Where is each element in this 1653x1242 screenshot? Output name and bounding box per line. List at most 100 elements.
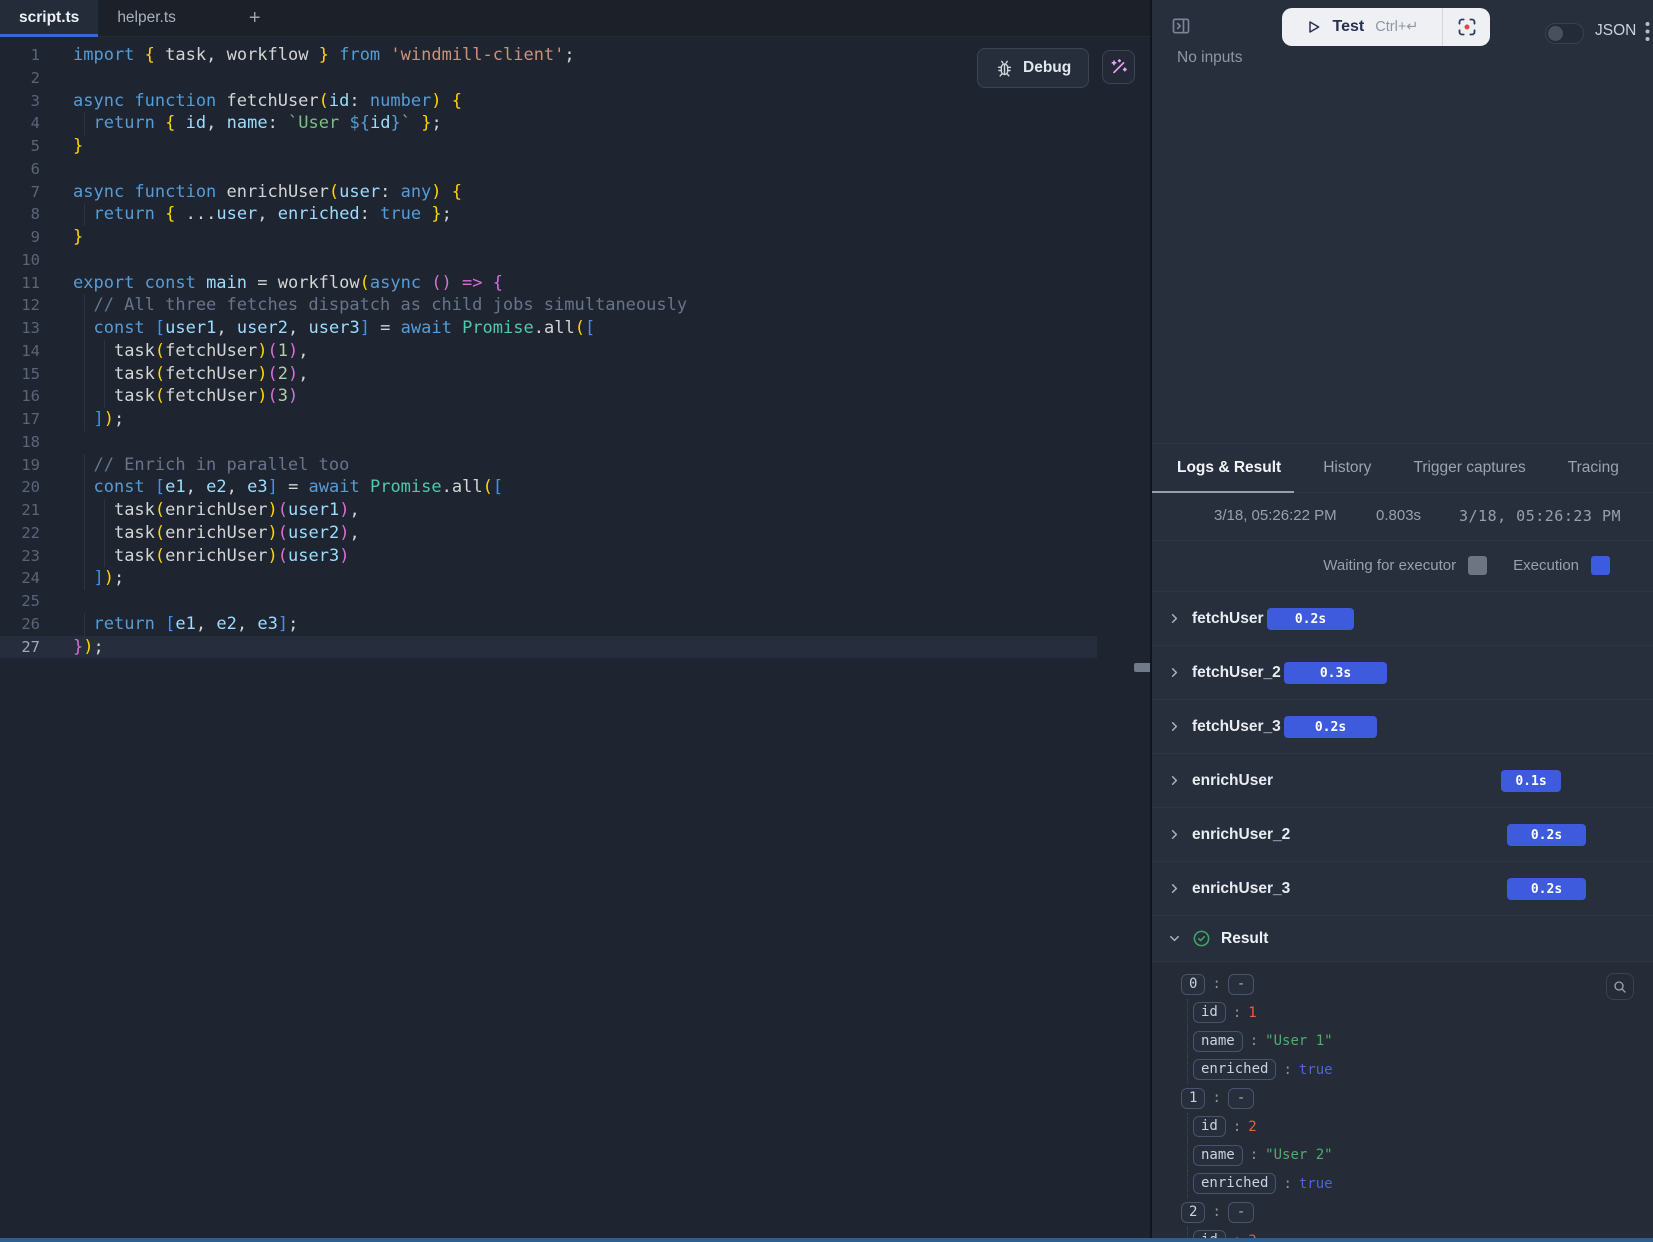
code-line[interactable]: 16 task(fetchUser)(3): [0, 385, 1097, 408]
json-row: 0:-: [1152, 970, 1653, 999]
execution-bar[interactable]: 0.3s: [1284, 662, 1387, 684]
json-key-pill[interactable]: name: [1193, 1031, 1243, 1052]
code-line[interactable]: 22 task(enrichUser)(user2),: [0, 522, 1097, 545]
line-number: 25: [0, 590, 40, 613]
chevron-right-icon[interactable]: [1167, 773, 1182, 788]
chevron-right-icon[interactable]: [1167, 881, 1182, 896]
code-line[interactable]: 2: [0, 67, 1097, 90]
code-line[interactable]: 1import { task, workflow } from 'windmil…: [0, 44, 1097, 67]
json-key-pill[interactable]: id: [1193, 1116, 1226, 1137]
code-line-content: return { ...user, enriched: true };: [73, 203, 452, 226]
line-number: 15: [0, 363, 40, 386]
json-collapse-pill[interactable]: -: [1228, 1202, 1254, 1223]
code-line-content: }: [73, 135, 83, 158]
test-shortcut-label: Ctrl+↵: [1375, 19, 1418, 35]
json-key-pill[interactable]: 2: [1181, 1202, 1205, 1223]
code-line[interactable]: 4 return { id, name: `User ${id}` };: [0, 112, 1097, 135]
code-line[interactable]: 20 const [e1, e2, e3] = await Promise.al…: [0, 476, 1097, 499]
execution-bar[interactable]: 0.2s: [1507, 878, 1586, 900]
run-end-time: 3/18, 05:26:23 PM: [1459, 507, 1621, 525]
code-line[interactable]: 21 task(enrichUser)(user1),: [0, 499, 1097, 522]
code-line[interactable]: 23 task(enrichUser)(user3): [0, 545, 1097, 568]
code-line[interactable]: 27});: [0, 636, 1097, 659]
timeline-row-fetchUser_2[interactable]: fetchUser_20.3s: [1152, 646, 1653, 700]
run-start-time: 3/18, 05:26:22 PM: [1214, 507, 1337, 524]
code-line-content: const [e1, e2, e3] = await Promise.all([: [73, 476, 503, 499]
tab-tracing[interactable]: Tracing: [1568, 459, 1619, 477]
execution-bar[interactable]: 0.2s: [1284, 716, 1377, 738]
timeline-row-fetchUser[interactable]: fetchUser0.2s: [1152, 592, 1653, 646]
json-key-pill[interactable]: name: [1193, 1145, 1243, 1166]
code-line[interactable]: 14 task(fetchUser)(1),: [0, 340, 1097, 363]
tab-trigger-captures[interactable]: Trigger captures: [1413, 459, 1525, 477]
line-number: 12: [0, 294, 40, 317]
debug-button[interactable]: Debug: [977, 48, 1089, 88]
code-line[interactable]: 11export const main = workflow(async () …: [0, 272, 1097, 295]
indent-guide: [104, 363, 105, 386]
json-colon: :: [1212, 1090, 1220, 1106]
execution-bar[interactable]: 0.2s: [1267, 608, 1354, 630]
tab-logs-result[interactable]: Logs & Result: [1177, 459, 1281, 477]
indent-guide: [84, 454, 85, 477]
editor-tab-helper-ts[interactable]: helper.ts: [98, 0, 195, 36]
editor-tab-script-ts[interactable]: script.ts: [0, 0, 98, 36]
chevron-right-icon[interactable]: [1167, 719, 1182, 734]
indent-guide: [84, 340, 85, 363]
json-colon: :: [1283, 1176, 1291, 1192]
result-header-row[interactable]: Result: [1152, 916, 1653, 962]
code-line[interactable]: 12 // All three fetches dispatch as chil…: [0, 294, 1097, 317]
test-run-button[interactable]: Test Ctrl+↵: [1282, 8, 1490, 46]
code-line[interactable]: 15 task(fetchUser)(2),: [0, 363, 1097, 386]
code-line[interactable]: 6: [0, 158, 1097, 181]
chevron-right-icon[interactable]: [1167, 827, 1182, 842]
ai-assistant-button[interactable]: [1102, 50, 1135, 84]
timeline-row-enrichUser_3[interactable]: enrichUser_30.2s: [1152, 862, 1653, 916]
code-line[interactable]: 3async function fetchUser(id: number) {: [0, 90, 1097, 113]
code-line-content: task(fetchUser)(2),: [73, 363, 309, 386]
code-line[interactable]: 13 const [user1, user2, user3] = await P…: [0, 317, 1097, 340]
indent-guide: [104, 385, 105, 408]
code-line[interactable]: 9}: [0, 226, 1097, 249]
code-line[interactable]: 19 // Enrich in parallel too: [0, 454, 1097, 477]
json-value: true: [1299, 1062, 1333, 1078]
code-line[interactable]: 5}: [0, 135, 1097, 158]
code-line[interactable]: 17 ]);: [0, 408, 1097, 431]
json-value: 2: [1248, 1119, 1256, 1135]
code-line[interactable]: 8 return { ...user, enriched: true };: [0, 203, 1097, 226]
kebab-menu-icon[interactable]: [1645, 21, 1650, 42]
timeline-row-enrichUser[interactable]: enrichUser0.1s: [1152, 754, 1653, 808]
indent-guide: [84, 112, 85, 135]
line-number: 16: [0, 385, 40, 408]
code-line[interactable]: 7async function enrichUser(user: any) {: [0, 181, 1097, 204]
code-line[interactable]: 24 ]);: [0, 567, 1097, 590]
timeline-row-fetchUser_3[interactable]: fetchUser_30.2s: [1152, 700, 1653, 754]
timeline-row-enrichUser_2[interactable]: enrichUser_20.2s: [1152, 808, 1653, 862]
test-watch-button[interactable]: [1443, 8, 1490, 46]
json-collapse-pill[interactable]: -: [1228, 974, 1254, 995]
json-key-pill[interactable]: id: [1193, 1002, 1226, 1023]
json-key-pill[interactable]: 0: [1181, 974, 1205, 995]
json-row: 2:-: [1152, 1198, 1653, 1227]
code-line-content: async function fetchUser(id: number) {: [73, 90, 462, 113]
json-key-pill[interactable]: 1: [1181, 1088, 1205, 1109]
new-tab-button[interactable]: +: [237, 0, 273, 36]
json-key-pill[interactable]: id: [1193, 1230, 1226, 1238]
chevron-right-icon[interactable]: [1167, 665, 1182, 680]
chevron-right-icon[interactable]: [1167, 611, 1182, 626]
code-area[interactable]: 1import { task, workflow } from 'windmil…: [0, 36, 1150, 1238]
execution-bar[interactable]: 0.2s: [1507, 824, 1586, 846]
chevron-down-icon[interactable]: [1167, 931, 1182, 946]
collapse-panel-icon[interactable]: [1171, 16, 1191, 36]
code-line[interactable]: 10: [0, 249, 1097, 272]
tab-history[interactable]: History: [1323, 459, 1371, 477]
execution-bar[interactable]: 0.1s: [1501, 770, 1561, 792]
test-run-main[interactable]: Test Ctrl+↵: [1282, 8, 1442, 46]
code-line[interactable]: 18: [0, 431, 1097, 454]
json-key-pill[interactable]: enriched: [1193, 1173, 1276, 1194]
json-collapse-pill[interactable]: -: [1228, 1088, 1254, 1109]
code-line[interactable]: 26 return [e1, e2, e3];: [0, 613, 1097, 636]
job-timeline: fetchUser0.2sfetchUser_20.3sfetchUser_30…: [1152, 592, 1653, 916]
json-toggle[interactable]: [1545, 23, 1584, 44]
code-line[interactable]: 25: [0, 590, 1097, 613]
json-key-pill[interactable]: enriched: [1193, 1059, 1276, 1080]
